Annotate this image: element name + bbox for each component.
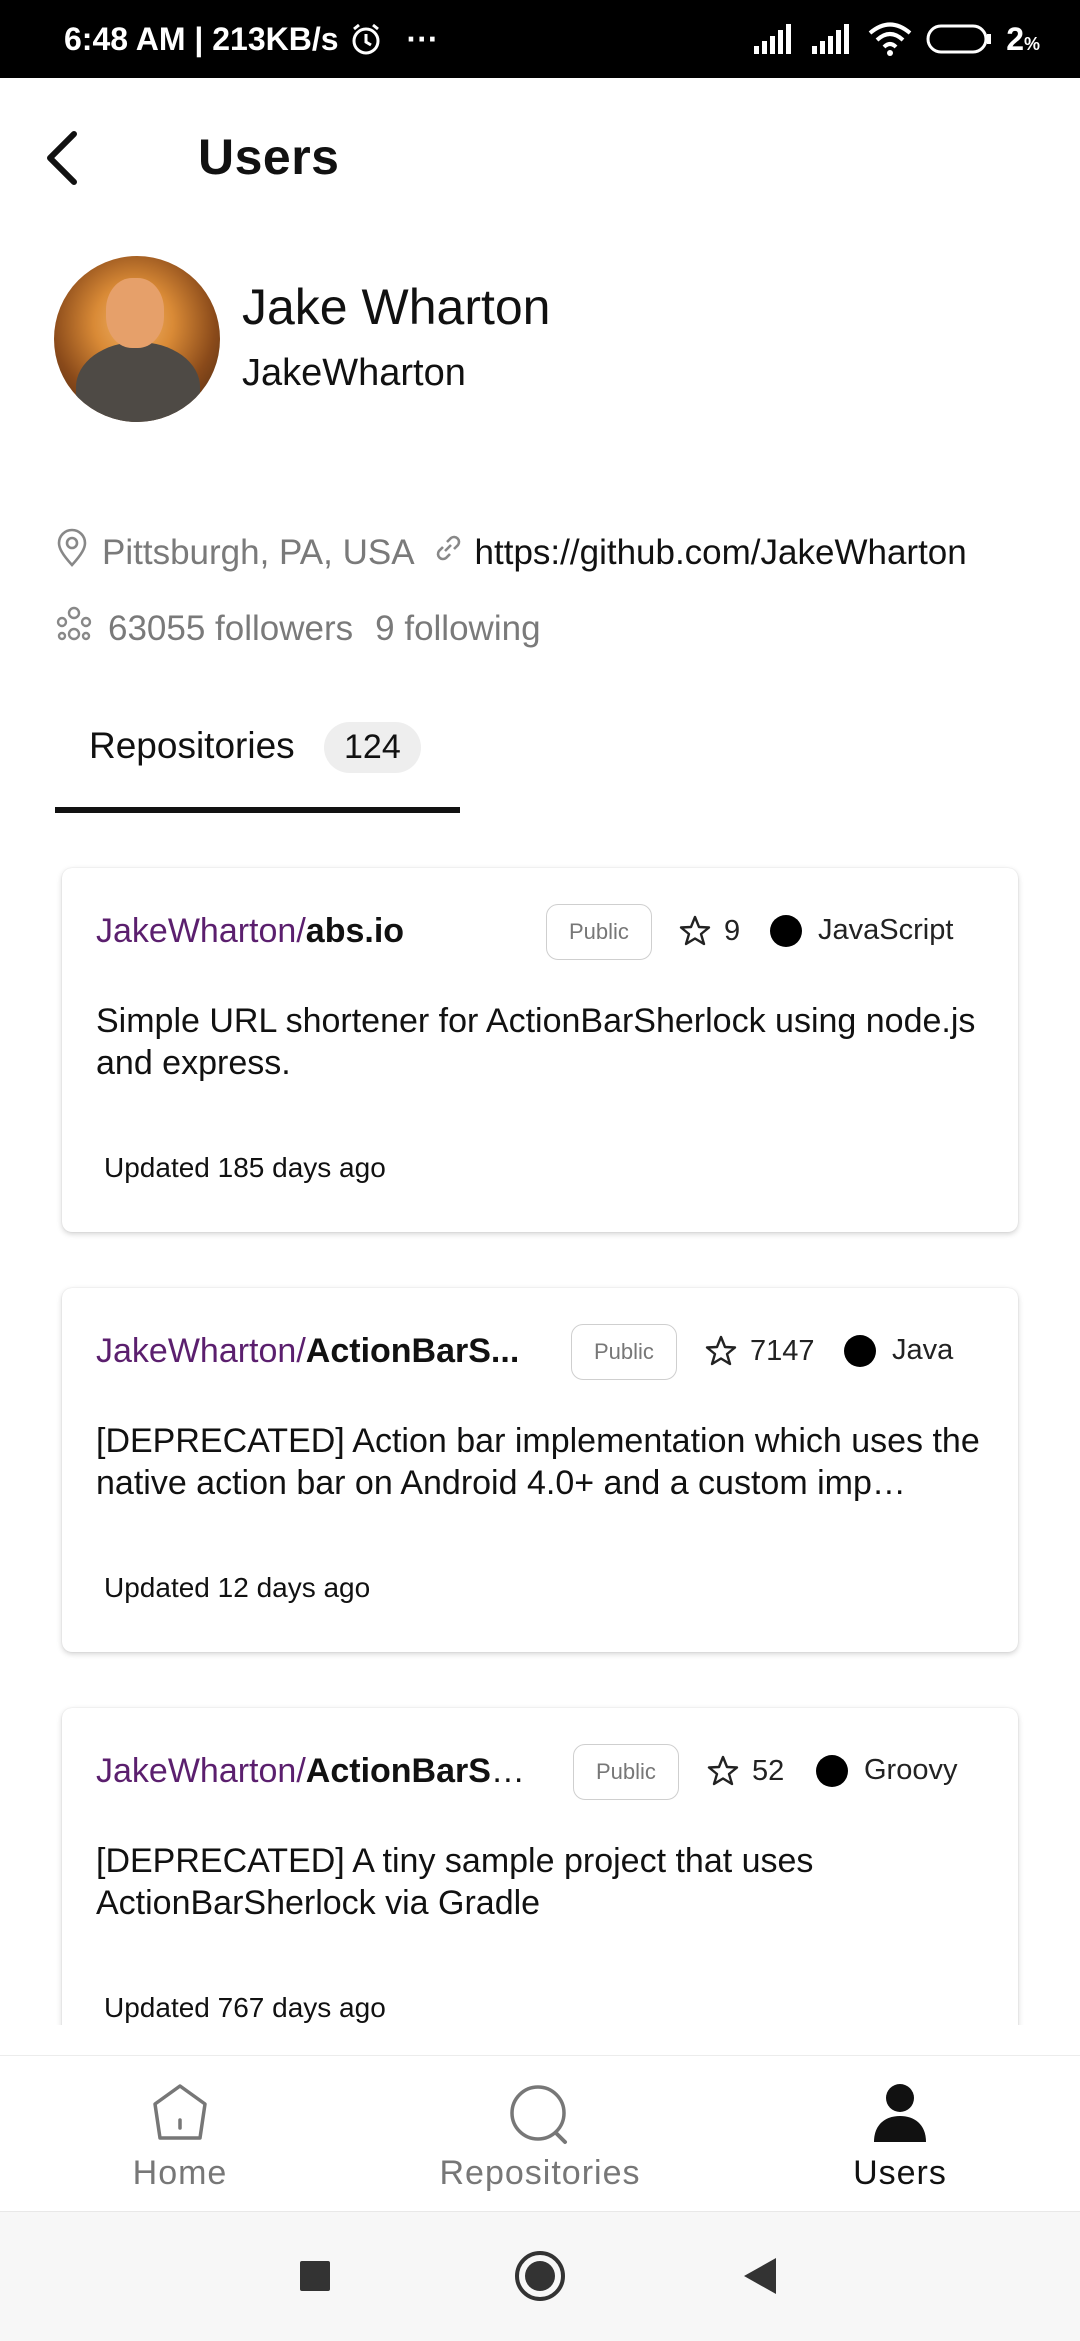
tab-label: Repositories xyxy=(89,725,295,766)
more-dots: ··· xyxy=(406,20,439,57)
repo-count-badge: 124 xyxy=(324,722,421,773)
repo-updated: Updated 185 days ago xyxy=(104,1152,386,1183)
repository-list[interactable]: JakeWharton/abs.io Public 9 JavaScript S… xyxy=(0,860,1080,2025)
language-name: JavaScript xyxy=(818,914,954,946)
user-location: Pittsburgh, PA, USA xyxy=(102,532,415,572)
language-name: Groovy xyxy=(864,1754,958,1786)
circle-icon xyxy=(515,2251,565,2301)
repo-language: JavaScript xyxy=(770,914,953,947)
page-title: Users xyxy=(198,129,340,185)
repo-description: [DEPRECATED] A tiny sample project that … xyxy=(96,1842,814,1922)
star-count: 7147 xyxy=(750,1334,815,1367)
repo-name: abs.io xyxy=(305,912,405,950)
repo-stars: 7147 xyxy=(704,1334,815,1368)
nav-repositories[interactable]: Repositories xyxy=(410,2056,670,2212)
star-outline-icon xyxy=(705,1335,737,1366)
system-navigation-bar xyxy=(0,2211,1080,2341)
repo-card[interactable]: JakeWharton/abs.io Public 9 JavaScript S… xyxy=(62,868,1018,1232)
people-icon xyxy=(54,604,94,653)
nav-home-label: Home xyxy=(132,2154,228,2192)
link-icon xyxy=(431,531,465,574)
followers-count[interactable]: 63055 followers xyxy=(108,609,353,649)
status-bar: 6:48 AM | 213KB/s ··· 2% xyxy=(0,0,1080,78)
visibility-badge: Public xyxy=(573,1744,679,1800)
star-count: 9 xyxy=(724,914,741,947)
repo-card[interactable]: JakeWharton/ActionBarSh... Public 52 Gro… xyxy=(62,1708,1018,2025)
user-website-link[interactable]: https://github.com/JakeWharton xyxy=(475,533,967,573)
repo-owner: JakeWharton xyxy=(96,1332,297,1370)
signal-icon-2 xyxy=(810,24,854,54)
nav-home[interactable]: Home xyxy=(50,2056,310,2212)
repo-full-name[interactable]: JakeWharton/ActionBarS... xyxy=(96,1332,526,1371)
user-display-name: Jake Wharton xyxy=(242,279,551,335)
language-name: Java xyxy=(892,1334,954,1366)
star-count: 52 xyxy=(752,1754,785,1787)
repo-owner: JakeWharton xyxy=(96,1752,297,1790)
visibility-badge: Public xyxy=(571,1324,677,1380)
user-login: JakeWharton xyxy=(242,352,466,394)
repo-owner: JakeWharton xyxy=(96,912,297,950)
nav-repositories-label: Repositories xyxy=(439,2154,641,2192)
battery-percent: 2% xyxy=(1006,20,1040,57)
location-row: Pittsburgh, PA, USA https://github.com/J… xyxy=(54,528,967,577)
star-outline-icon xyxy=(679,915,711,946)
language-dot xyxy=(844,1334,876,1367)
repo-updated: Updated 767 days ago xyxy=(104,1992,386,2023)
alarm-icon xyxy=(349,22,383,56)
language-dot xyxy=(770,914,802,947)
home-system-button[interactable] xyxy=(514,2250,566,2307)
bottom-navigation: Home Repositories Users xyxy=(0,2055,1080,2212)
back-button[interactable] xyxy=(38,128,88,188)
battery-icon xyxy=(926,23,992,55)
visibility-badge: Public xyxy=(546,904,652,960)
repo-updated: Updated 12 days ago xyxy=(104,1572,371,1603)
user-icon xyxy=(870,2082,930,2149)
repo-stars: 52 xyxy=(706,1754,784,1788)
search-icon xyxy=(507,2082,573,2153)
back-arrow-icon xyxy=(47,131,77,185)
avatar xyxy=(54,256,220,422)
repo-language: Groovy xyxy=(816,1754,957,1787)
repo-name: ActionBarS... xyxy=(305,1332,520,1370)
follow-row: 63055 followers 9 following xyxy=(54,604,541,653)
repo-description: Simple URL shortener for ActionBarSherlo… xyxy=(96,1002,976,1082)
wifi-icon xyxy=(868,22,912,56)
repo-language: Java xyxy=(844,1334,953,1367)
tab-repositories[interactable]: Repositories 124 xyxy=(55,715,460,815)
nav-users-label: Users xyxy=(853,2154,947,2192)
triangle-back-icon xyxy=(744,2258,776,2294)
signal-icon xyxy=(752,24,796,54)
app-header: Users xyxy=(0,78,1080,238)
home-icon xyxy=(149,2082,211,2149)
square-icon xyxy=(300,2261,330,2291)
repo-card[interactable]: JakeWharton/ActionBarS... Public 7147 Ja… xyxy=(62,1288,1018,1652)
location-pin-icon xyxy=(54,528,90,577)
star-outline-icon xyxy=(707,1755,739,1786)
language-dot xyxy=(816,1754,848,1787)
status-time: 6:48 AM | 213KB/s xyxy=(64,20,339,57)
repo-full-name[interactable]: JakeWharton/abs.io xyxy=(96,912,526,951)
tab-active-indicator xyxy=(55,807,460,813)
back-system-button[interactable] xyxy=(742,2256,778,2301)
nav-users[interactable]: Users xyxy=(770,2056,1030,2212)
repo-description: [DEPRECATED] Action bar implementation w… xyxy=(96,1422,980,1502)
recents-button[interactable] xyxy=(298,2259,332,2298)
repo-full-name[interactable]: JakeWharton/ActionBarSh... xyxy=(96,1752,526,1791)
following-count[interactable]: 9 following xyxy=(375,609,540,649)
user-profile: Jake Wharton JakeWharton xyxy=(0,250,1080,430)
repo-name: ActionBarSh... xyxy=(305,1752,526,1790)
repo-stars: 9 xyxy=(678,914,740,948)
